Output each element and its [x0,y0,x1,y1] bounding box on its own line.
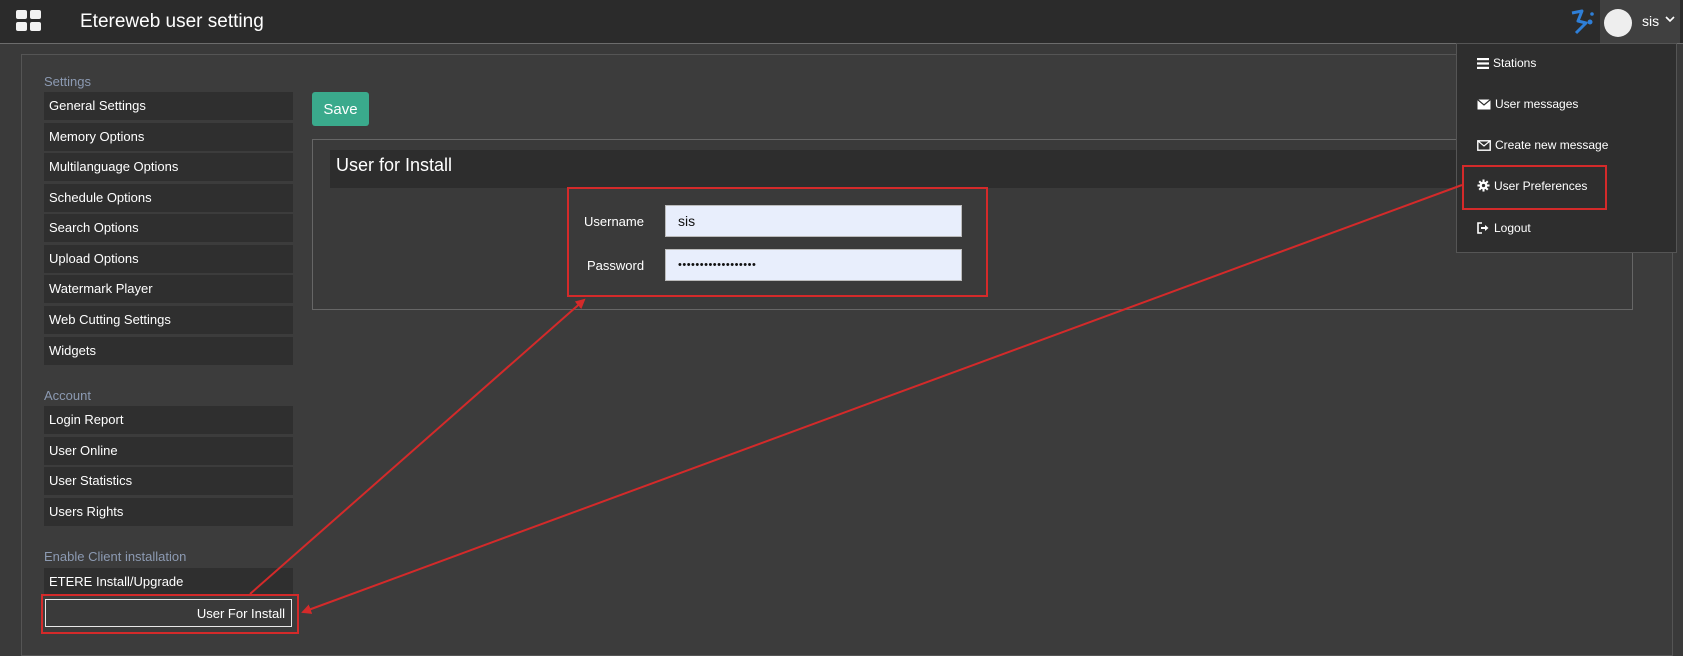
arrow-to-form [249,298,586,595]
arrow-to-user-for-install [301,184,1463,614]
annotation-arrows [249,184,1463,614]
